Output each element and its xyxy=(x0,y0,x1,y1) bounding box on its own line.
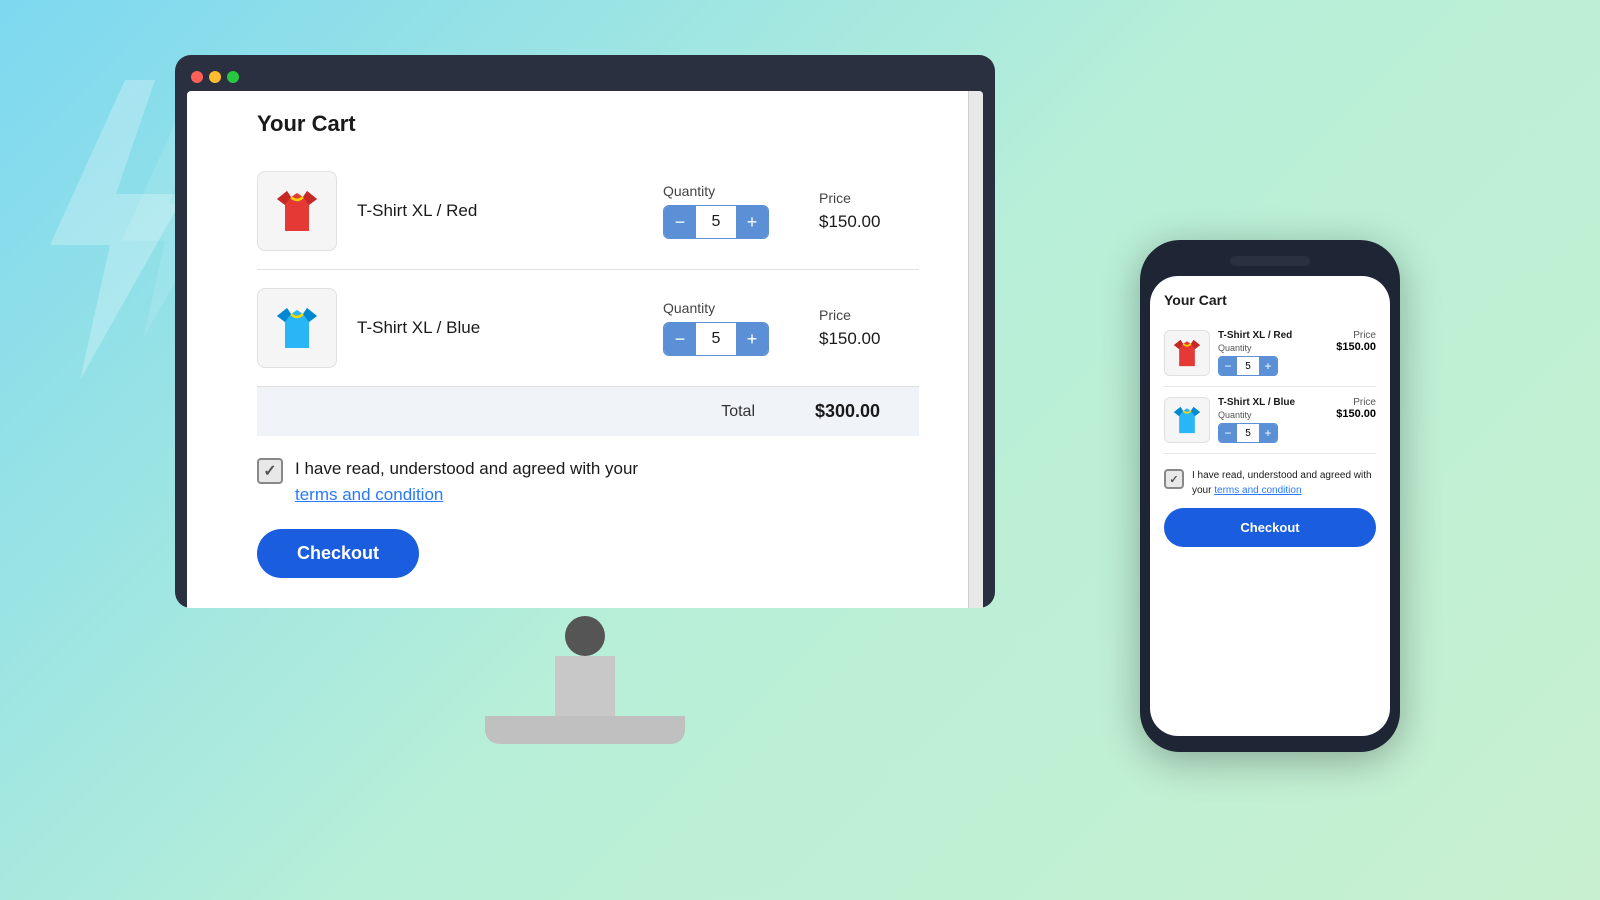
phone-checkout-button[interactable]: Checkout xyxy=(1164,508,1376,547)
terms-checkbox[interactable]: ✓ xyxy=(257,458,283,484)
item-name-2: T-Shirt XL / Blue xyxy=(357,318,517,338)
total-value: $300.00 xyxy=(815,401,915,422)
monitor-base xyxy=(485,716,685,744)
phone-screen: Your Cart T-Shirt XL / Red Quantity − xyxy=(1150,276,1390,736)
qty-section-1: Quantity − 5 + xyxy=(663,183,769,239)
phone-price-label-2: Price xyxy=(1353,397,1376,408)
qty-minus-btn-1[interactable]: − xyxy=(664,206,696,238)
qty-plus-btn-1[interactable]: + xyxy=(736,206,768,238)
monitor-power-button xyxy=(565,616,605,656)
cart-item-2: T-Shirt XL / Blue Quantity − 5 + Price $… xyxy=(257,270,919,387)
item-image-red xyxy=(257,171,337,251)
qty-label-2: Quantity xyxy=(663,300,715,316)
minimize-dot[interactable] xyxy=(209,71,221,83)
price-label-2: Price xyxy=(819,307,851,323)
phone-item-name-2: T-Shirt XL / Blue xyxy=(1218,397,1328,408)
phone-qty-label-2: Quantity xyxy=(1218,410,1328,420)
monitor-frame: Your Cart T-Shirt xyxy=(175,55,995,608)
phone-price-label-1: Price xyxy=(1353,330,1376,341)
phone-terms-text: I have read, understood and agreed with … xyxy=(1192,468,1376,498)
phone-qty-plus-1[interactable]: + xyxy=(1259,357,1277,375)
maximize-dot[interactable] xyxy=(227,71,239,83)
cart-panel: Your Cart T-Shirt xyxy=(187,91,969,608)
phone-item-details-1: T-Shirt XL / Red Quantity − 5 + xyxy=(1218,330,1328,376)
phone-qty-label-1: Quantity xyxy=(1218,343,1328,353)
qty-plus-btn-2[interactable]: + xyxy=(736,323,768,355)
item-image-blue xyxy=(257,288,337,368)
phone-price-section-1: Price $150.00 xyxy=(1336,330,1376,353)
phone-item-name-1: T-Shirt XL / Red xyxy=(1218,330,1328,341)
phone-item-image-blue xyxy=(1164,397,1210,443)
monitor-screen: Your Cart T-Shirt xyxy=(187,91,983,608)
phone-checkmark-icon: ✓ xyxy=(1169,473,1178,486)
qty-label-1: Quantity xyxy=(663,183,715,199)
qty-control-1: − 5 + xyxy=(663,205,769,239)
qty-value-2: 5 xyxy=(696,330,736,348)
qty-value-1: 5 xyxy=(696,213,736,231)
phone-notch xyxy=(1230,256,1310,266)
price-value-2: $150.00 xyxy=(819,329,880,349)
phone-qty-plus-2[interactable]: + xyxy=(1259,424,1277,442)
phone-terms-link[interactable]: terms and condition xyxy=(1214,485,1301,496)
total-row: Total $300.00 xyxy=(257,387,919,436)
terms-text-main: I have read, understood and agreed with … xyxy=(295,459,638,478)
phone-qty-val-2: 5 xyxy=(1237,428,1259,439)
price-label-1: Price xyxy=(819,190,851,206)
phone-qty-control-1: − 5 + xyxy=(1218,356,1278,376)
checkout-button[interactable]: Checkout xyxy=(257,529,419,578)
phone-cart-item-1: T-Shirt XL / Red Quantity − 5 + Price $1… xyxy=(1164,320,1376,387)
qty-minus-btn-2[interactable]: − xyxy=(664,323,696,355)
price-value-1: $150.00 xyxy=(819,212,880,232)
qty-section-2: Quantity − 5 + xyxy=(663,300,769,356)
phone-item-details-2: T-Shirt XL / Blue Quantity − 5 + xyxy=(1218,397,1328,443)
qty-control-2: − 5 + xyxy=(663,322,769,356)
phone-cart-item-2: T-Shirt XL / Blue Quantity − 5 + Price $… xyxy=(1164,387,1376,454)
terms-link[interactable]: terms and condition xyxy=(295,485,443,504)
close-dot[interactable] xyxy=(191,71,203,83)
phone-frame: Your Cart T-Shirt XL / Red Quantity − xyxy=(1140,240,1400,752)
phone-cart-title: Your Cart xyxy=(1164,292,1376,308)
desktop-monitor: Your Cart T-Shirt xyxy=(175,55,995,744)
phone-terms-checkbox[interactable]: ✓ xyxy=(1164,469,1184,489)
phone-qty-minus-1[interactable]: − xyxy=(1219,357,1237,375)
cart-title: Your Cart xyxy=(257,111,919,137)
window-controls xyxy=(187,67,983,91)
price-section-2: Price $150.00 xyxy=(819,307,919,349)
monitor-neck xyxy=(555,656,615,716)
lightning-decoration-left xyxy=(20,80,200,405)
total-label: Total xyxy=(721,403,755,421)
terms-row: ✓ I have read, understood and agreed wit… xyxy=(257,456,919,507)
phone-qty-control-2: − 5 + xyxy=(1218,423,1278,443)
phone-price-section-2: Price $150.00 xyxy=(1336,397,1376,420)
phone-qty-val-1: 5 xyxy=(1237,361,1259,372)
terms-text: I have read, understood and agreed with … xyxy=(295,456,638,507)
phone-item-image-red xyxy=(1164,330,1210,376)
cart-item-1: T-Shirt XL / Red Quantity − 5 + Price $1… xyxy=(257,153,919,270)
phone-terms-row: ✓ I have read, understood and agreed wit… xyxy=(1164,468,1376,498)
item-name-1: T-Shirt XL / Red xyxy=(357,201,517,221)
phone-price-val-2: $150.00 xyxy=(1336,408,1376,420)
checkmark-icon: ✓ xyxy=(263,461,276,481)
phone-price-val-1: $150.00 xyxy=(1336,341,1376,353)
price-section-1: Price $150.00 xyxy=(819,190,919,232)
mobile-phone: Your Cart T-Shirt XL / Red Quantity − xyxy=(1140,240,1400,752)
phone-qty-minus-2[interactable]: − xyxy=(1219,424,1237,442)
